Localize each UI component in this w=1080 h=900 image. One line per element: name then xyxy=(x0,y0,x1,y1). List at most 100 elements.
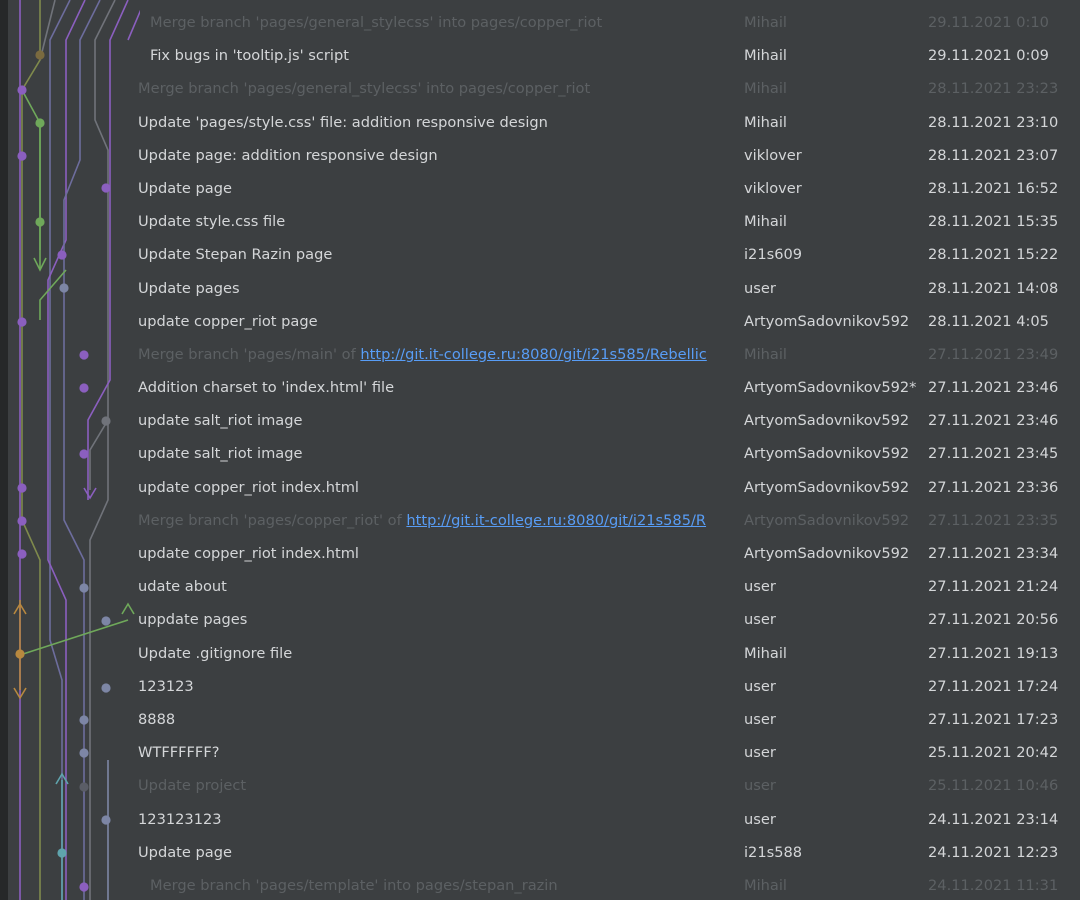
commit-message: Update style.css file xyxy=(138,205,738,238)
commit-date: 24.11.2021 23:14 xyxy=(928,810,1059,828)
commit-message: Update .gitignore file xyxy=(138,637,738,670)
commit-author: user xyxy=(744,677,776,695)
commit-message-text: Merge branch 'pages/main' of xyxy=(138,345,361,363)
commit-row[interactable]: update copper_riot index.html ArtyomSadov… xyxy=(0,471,1080,504)
commit-row[interactable]: update copper_riot page ArtyomSadovnikov5… xyxy=(0,305,1080,338)
commit-node[interactable] xyxy=(57,848,67,858)
commit-date: 28.11.2021 4:05 xyxy=(928,312,1049,330)
commit-date: 27.11.2021 23:35 xyxy=(928,511,1059,529)
commit-message-text: Update page xyxy=(138,179,232,197)
commit-row[interactable]: Merge branch 'pages/main' of http://git.… xyxy=(0,338,1080,371)
commit-node[interactable] xyxy=(17,516,27,526)
commit-author: ArtyomSadovnikov592 xyxy=(744,412,910,430)
commit-author: Mihail xyxy=(744,876,787,894)
commit-author: Mihail xyxy=(744,644,787,662)
commit-row[interactable]: Merge branch 'pages/template' into pages… xyxy=(0,869,1080,900)
commit-message: Update page xyxy=(138,172,738,205)
commit-node[interactable] xyxy=(101,616,111,626)
commit-message-text: Merge branch 'pages/template' into pages… xyxy=(150,876,558,894)
commit-row[interactable]: update salt_riot image ArtyomSadovnikov59… xyxy=(0,404,1080,437)
commit-message: Fix bugs in 'tooltip.js' script xyxy=(150,39,750,72)
commit-message: update copper_riot index.html xyxy=(138,471,738,504)
commit-row[interactable]: Merge branch 'pages/general_stylecss' in… xyxy=(0,6,1080,39)
commit-message: WTFFFFFF? xyxy=(138,736,738,769)
commit-row[interactable]: uppdate pages user 27.11.2021 20:56 xyxy=(0,603,1080,636)
commit-node[interactable] xyxy=(17,317,27,327)
commit-row[interactable]: Addition charset to 'index.html' file Art… xyxy=(0,371,1080,404)
commit-message: uppdate pages xyxy=(138,603,738,636)
commit-row[interactable]: 8888 user 27.11.2021 17:23 xyxy=(0,703,1080,736)
commit-message: Merge branch 'pages/general_stylecss' in… xyxy=(138,72,738,105)
commit-row[interactable]: Update style.css file Mihail 28.11.2021 15… xyxy=(0,205,1080,238)
commit-author: ArtyomSadovnikov592 xyxy=(744,511,910,529)
commit-message-text: WTFFFFFF? xyxy=(138,744,220,762)
commit-row[interactable]: Merge branch 'pages/copper_riot' of http… xyxy=(0,504,1080,537)
commit-row[interactable]: update copper_riot index.html ArtyomSadov… xyxy=(0,537,1080,570)
commit-message: 123123123 xyxy=(138,803,738,836)
commit-row[interactable]: Update project user 25.11.2021 10:46 xyxy=(0,769,1080,802)
commit-row[interactable]: Merge branch 'pages/general_stylecss' in… xyxy=(0,72,1080,105)
commit-author: ArtyomSadovnikov592* xyxy=(744,379,917,397)
repository-link[interactable]: http://git.it-college.ru:8080/git/i21s58… xyxy=(406,512,706,529)
commit-node[interactable] xyxy=(15,649,25,659)
commit-row[interactable]: 123123123 user 24.11.2021 23:14 xyxy=(0,803,1080,836)
commit-author: Mihail xyxy=(744,80,787,98)
commit-row[interactable]: Update page viklover 28.11.2021 16:52 xyxy=(0,172,1080,205)
commit-node[interactable] xyxy=(79,782,89,792)
commit-row[interactable]: Update page: addition responsive design v… xyxy=(0,139,1080,172)
commit-message-text: Merge branch 'pages/copper_riot' of xyxy=(138,511,407,529)
commit-node[interactable] xyxy=(79,383,89,393)
commit-date: 28.11.2021 14:08 xyxy=(928,279,1059,297)
commit-row[interactable]: Update pages user 28.11.2021 14:08 xyxy=(0,272,1080,305)
commit-message: update salt_riot image xyxy=(138,437,738,470)
commit-row[interactable]: Update page i21s588 24.11.2021 12:23 xyxy=(0,836,1080,869)
commit-node[interactable] xyxy=(17,549,27,559)
commit-node[interactable] xyxy=(17,483,27,493)
commit-node[interactable] xyxy=(101,183,111,193)
commit-message: update copper_riot page xyxy=(138,305,738,338)
commit-node[interactable] xyxy=(79,715,89,725)
commit-row[interactable]: Update Stepan Razin page i21s609 28.11.202… xyxy=(0,238,1080,271)
commit-row[interactable]: 123123 user 27.11.2021 17:24 xyxy=(0,670,1080,703)
commit-node[interactable] xyxy=(57,250,67,260)
commit-row[interactable]: Fix bugs in 'tooltip.js' script Mihail 29.… xyxy=(0,39,1080,72)
commit-message-text: Update Stepan Razin page xyxy=(138,246,333,264)
commit-node[interactable] xyxy=(59,283,69,293)
commit-author: user xyxy=(744,710,776,728)
commit-row[interactable]: udate about user 27.11.2021 21:24 xyxy=(0,570,1080,603)
commit-node[interactable] xyxy=(79,350,89,360)
commit-message: Update Stepan Razin page xyxy=(138,238,738,271)
repository-link[interactable]: http://git.it-college.ru:8080/git/i21s58… xyxy=(360,346,706,363)
commit-row[interactable]: update salt_riot image ArtyomSadovnikov59… xyxy=(0,437,1080,470)
commit-message: Update pages xyxy=(138,272,738,305)
commit-author: ArtyomSadovnikov592 xyxy=(744,478,910,496)
commit-node[interactable] xyxy=(101,815,111,825)
commit-node[interactable] xyxy=(35,118,45,128)
commit-row[interactable]: Update .gitignore file Mihail 27.11.2021 1… xyxy=(0,637,1080,670)
commit-message-text: update copper_riot index.html xyxy=(138,545,359,562)
branch-line xyxy=(19,619,129,656)
commit-node[interactable] xyxy=(101,683,111,693)
commit-author: viklover xyxy=(744,146,802,164)
commit-date: 28.11.2021 16:52 xyxy=(928,179,1059,197)
commit-node[interactable] xyxy=(17,151,27,161)
commit-node[interactable] xyxy=(79,882,89,892)
commit-node[interactable] xyxy=(101,416,111,426)
commit-node[interactable] xyxy=(79,449,89,459)
commit-node[interactable] xyxy=(35,50,45,60)
commit-row[interactable]: Update 'pages/style.css' file: addition … xyxy=(0,106,1080,139)
commit-node[interactable] xyxy=(17,85,27,95)
commit-message-text: 123123 xyxy=(138,677,194,695)
commit-message: Update project xyxy=(138,769,738,802)
commit-node[interactable] xyxy=(79,748,89,758)
commit-date: 29.11.2021 0:09 xyxy=(928,47,1049,65)
branch-line xyxy=(127,9,140,41)
commit-node[interactable] xyxy=(79,583,89,593)
commit-message-text: update salt_riot image xyxy=(138,412,303,430)
commit-row[interactable]: WTFFFFFF? user 25.11.2021 20:42 xyxy=(0,736,1080,769)
commit-node[interactable] xyxy=(35,217,45,227)
branch-line xyxy=(89,419,109,490)
commit-message: Merge branch 'pages/template' into pages… xyxy=(150,869,750,900)
commit-message-text: Merge branch 'pages/general_stylecss' in… xyxy=(138,80,591,98)
commit-date: 27.11.2021 20:56 xyxy=(928,611,1059,629)
